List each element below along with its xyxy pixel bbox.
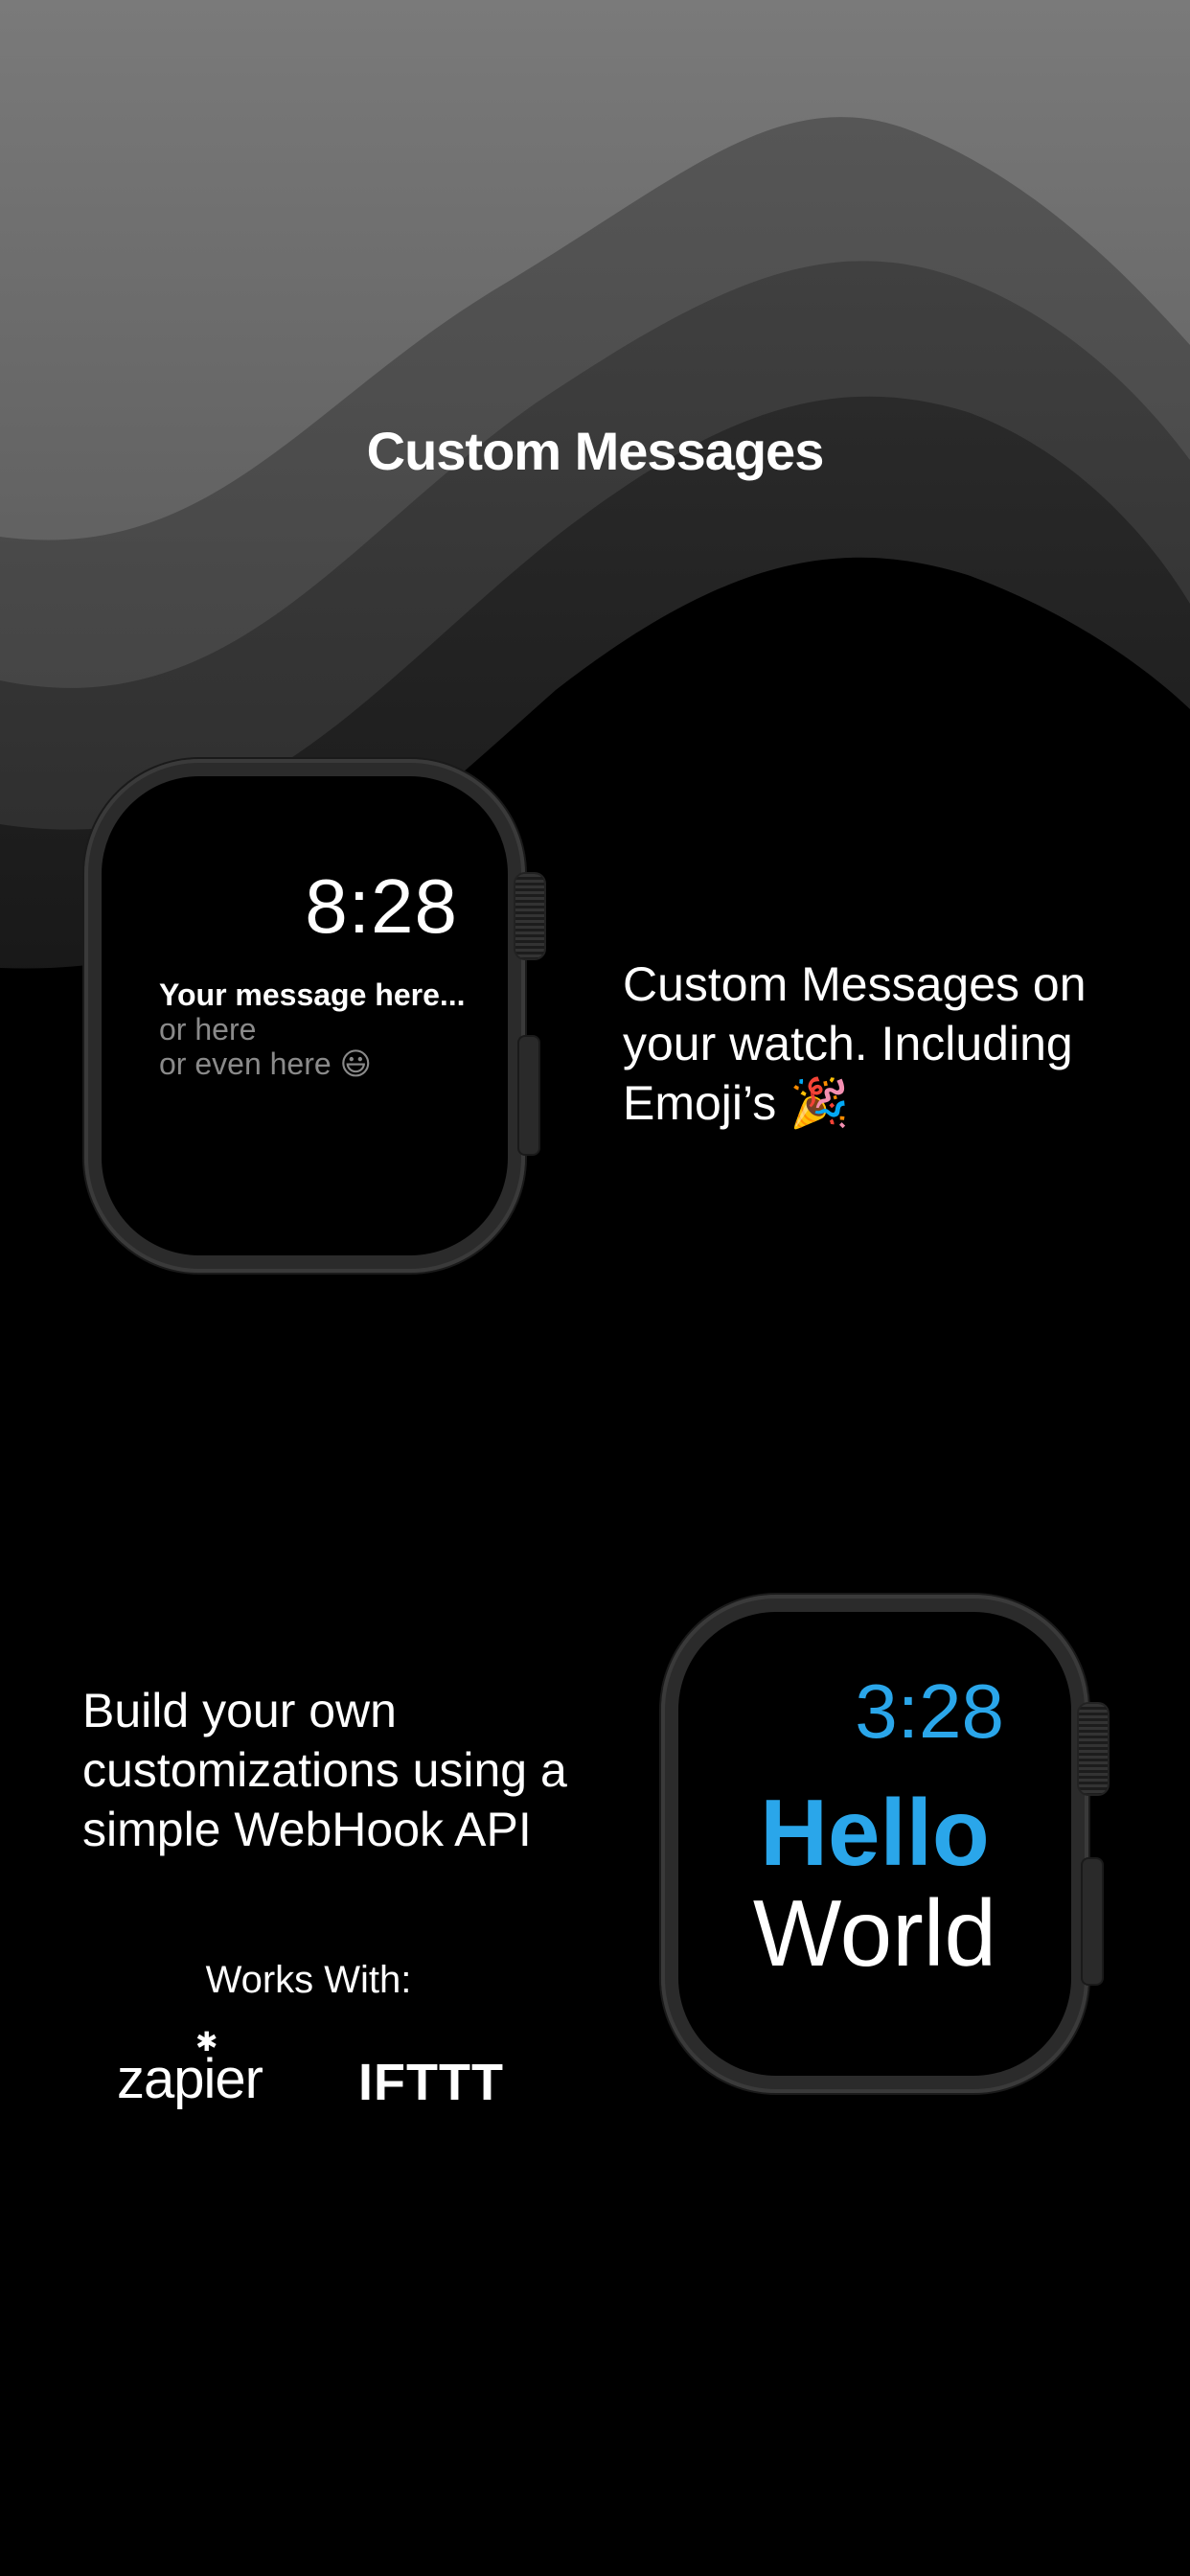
ifttt-logo: IFTTT (358, 2054, 504, 2111)
zapier-logo: ✱ zapier (117, 2027, 263, 2111)
world-text: World (752, 1880, 997, 1986)
watch-screen-2: 3:28 Hello World (678, 1612, 1071, 2076)
webhook-line-2: customizations using a (82, 1743, 567, 1797)
page-title: Custom Messages (366, 421, 825, 481)
digital-crown-1 (515, 874, 544, 958)
webhook-line-3: simple WebHook API (82, 1803, 532, 1856)
watch-mockup-1: 8:28 Your message here... or here or eve… (84, 759, 525, 1273)
zapier-wordmark: zapier (117, 2048, 263, 2110)
hello-text: Hello (760, 1780, 990, 1885)
watch-message: Your message here... or here or even her… (159, 978, 466, 1081)
zapier-asterisk-icon: ✱ (195, 2027, 217, 2057)
watch-screen-1: 8:28 Your message here... or here or eve… (102, 776, 508, 1255)
webhook-description: Build your own customizations using a si… (82, 1681, 619, 1859)
description-line-1: Custom Messages on (623, 957, 1087, 1011)
side-button-1 (519, 1037, 538, 1154)
watch-time: 3:28 (855, 1668, 1004, 1754)
webhook-line-1: Build your own (82, 1684, 397, 1737)
watch-mockup-2: 3:28 Hello World (661, 1595, 1088, 2093)
custom-messages-description: Custom Messages on your watch. Including… (623, 954, 1159, 1133)
watch-time: 8:28 (305, 863, 458, 949)
works-with-label: Works With: (205, 1959, 412, 2001)
description-line-2: your watch. Including (623, 1017, 1073, 1070)
message-line-3: or even here 😃 (159, 1046, 372, 1081)
message-line-1: Your message here... (159, 978, 466, 1012)
message-line-2: or here (159, 1012, 257, 1046)
side-button-2 (1083, 1859, 1102, 1984)
description-line-3: Emoji’s 🎉 (623, 1076, 850, 1130)
digital-crown-2 (1079, 1704, 1108, 1794)
